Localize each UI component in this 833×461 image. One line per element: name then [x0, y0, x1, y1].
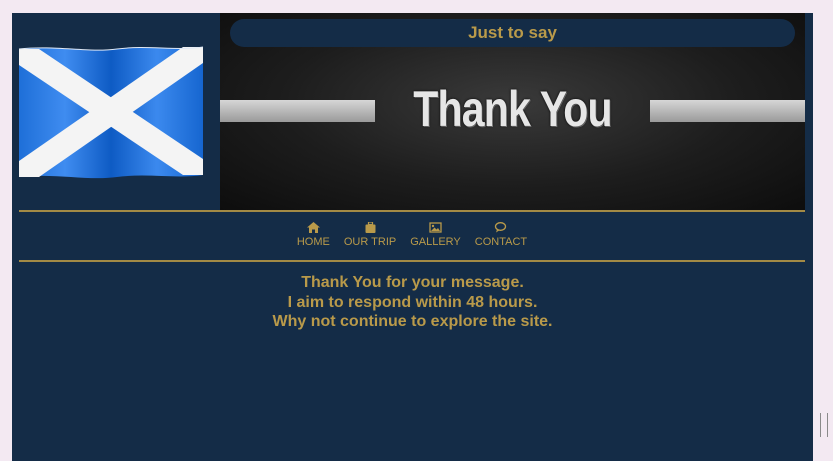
nav-item-home[interactable]: HOME: [297, 222, 330, 258]
nav-item-contact[interactable]: CONTACT: [475, 222, 527, 258]
nav-label-home: HOME: [296, 236, 330, 248]
message-line-2: I aim to respond within 48 hours.: [287, 293, 538, 311]
nav-divider-top: [19, 210, 805, 212]
nav-item-gallery[interactable]: GALLERY: [410, 222, 461, 258]
banner-stripe-right: [650, 100, 805, 122]
nav-label-gallery: GALLERY: [410, 236, 461, 248]
scotland-flag-image: [17, 45, 205, 179]
image-icon: [429, 222, 442, 233]
thank-you-banner: Just to say Thank You: [220, 13, 805, 210]
suitcase-icon: [365, 222, 376, 233]
main-navigation: HOME OUR TRIP GALLERY CONTACT: [282, 222, 542, 258]
nav-item-our-trip[interactable]: OUR TRIP: [344, 222, 396, 258]
banner-image-text: Thank You: [413, 81, 612, 137]
chat-icon: [495, 222, 507, 233]
nav-label-our-trip: OUR TRIP: [343, 236, 397, 248]
message-line-3: Why not continue to explore the site.: [272, 313, 553, 330]
message-line-1: Thank You for your message.: [301, 274, 524, 291]
resize-grip[interactable]: [820, 413, 828, 437]
banner-stripe-left: [220, 100, 375, 122]
banner-heading: Just to say: [230, 19, 795, 47]
page-container: Just to say Thank You HOME OUR TRIP GALL…: [12, 13, 813, 461]
home-icon: [306, 222, 320, 233]
confirmation-message: Thank You for your message. I aim to res…: [12, 273, 813, 332]
nav-divider-bottom: [19, 260, 805, 262]
nav-label-contact: CONTACT: [474, 236, 528, 248]
